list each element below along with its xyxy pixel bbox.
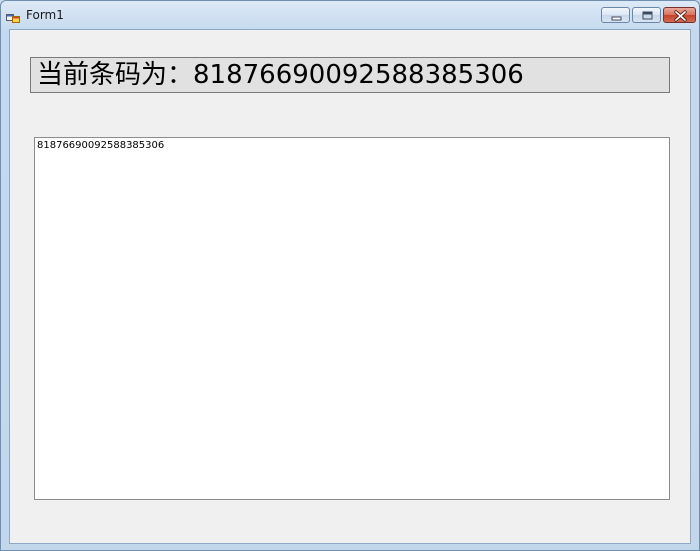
current-barcode-label: 当前条码为：81876690092588385306: [30, 57, 670, 93]
barcode-output-textbox[interactable]: 81876690092588385306: [34, 137, 670, 500]
minimize-icon: [611, 16, 622, 21]
close-icon: [674, 10, 687, 22]
window-title: Form1: [26, 8, 64, 22]
maximize-button[interactable]: [632, 7, 661, 23]
minimize-button[interactable]: [601, 7, 630, 23]
close-button[interactable]: [663, 7, 696, 23]
app-window: Form1 当前条码为：81876690092588385306 8187669…: [0, 0, 700, 551]
form-client-area: 当前条码为：81876690092588385306 8187669009258…: [9, 29, 691, 544]
app-icon[interactable]: [6, 9, 20, 23]
title-bar[interactable]: Form1: [1, 1, 699, 29]
caption-buttons: [599, 7, 696, 25]
maximize-icon: [642, 11, 653, 20]
